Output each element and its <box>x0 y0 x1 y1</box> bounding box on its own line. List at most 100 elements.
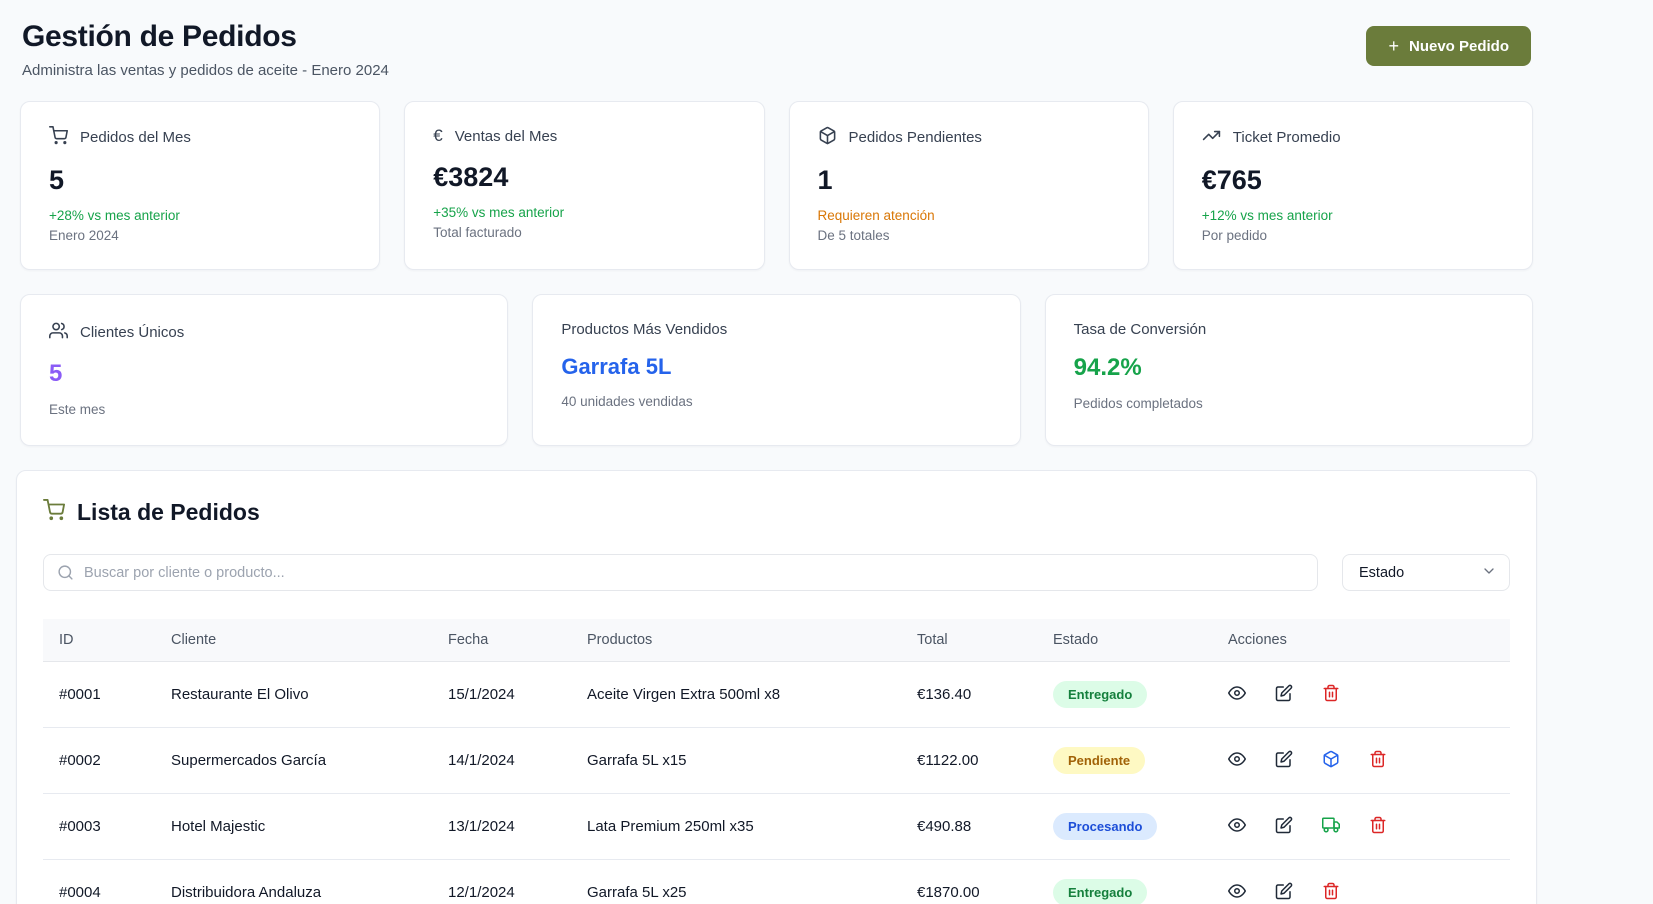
order-id: #0004 <box>43 884 155 901</box>
column-header-estado: Estado <box>1037 632 1212 648</box>
insight-note: 40 unidades vendidas <box>561 394 995 409</box>
ship-order-button[interactable] <box>1322 816 1340 837</box>
stat-delta: Requieren atención <box>818 208 1124 223</box>
view-order-button[interactable] <box>1228 684 1246 705</box>
search-input[interactable] <box>43 554 1318 591</box>
column-header-acciones: Acciones <box>1212 632 1510 648</box>
filter-row: Estado <box>43 554 1510 591</box>
eye-icon <box>1228 882 1246 903</box>
page-subtitle: Administra las ventas y pedidos de aceit… <box>22 62 389 79</box>
search-icon <box>57 564 74 586</box>
insight-value: 94.2% <box>1074 354 1508 382</box>
delete-order-button[interactable] <box>1322 684 1340 705</box>
stat-card-pedidos-pendientes: Pedidos Pendientes 1 Requieren atención … <box>789 101 1149 270</box>
stat-label: Pedidos Pendientes <box>849 129 982 146</box>
page-header: Gestión de Pedidos Administra las ventas… <box>16 16 1537 79</box>
column-header-productos: Productos <box>571 632 901 648</box>
status-badge: Entregado <box>1053 879 1147 904</box>
insights-row: Clientes Únicos 5 Este mes Productos Más… <box>20 294 1533 446</box>
insight-label: Productos Más Vendidos <box>561 321 727 338</box>
column-header-id: ID <box>43 632 155 648</box>
table-row: #0001 Restaurante El Olivo 15/1/2024 Ace… <box>43 662 1510 728</box>
status-badge: Pendiente <box>1053 747 1145 774</box>
order-client: Supermercados García <box>155 752 432 769</box>
trash-icon <box>1369 750 1387 771</box>
order-date: 15/1/2024 <box>432 686 571 703</box>
truck-icon <box>1322 816 1340 837</box>
stat-delta: +28% vs mes anterior <box>49 208 355 223</box>
edit-icon <box>1275 816 1293 837</box>
order-management-page: Gestión de Pedidos Administra las ventas… <box>0 0 1537 904</box>
order-products: Garrafa 5L x15 <box>571 752 901 769</box>
delete-order-button[interactable] <box>1322 882 1340 903</box>
edit-icon <box>1275 684 1293 705</box>
stat-label: Ventas del Mes <box>455 128 558 145</box>
order-id: #0002 <box>43 752 155 769</box>
stats-row: Pedidos del Mes 5 +28% vs mes anterior E… <box>20 101 1533 270</box>
order-date: 12/1/2024 <box>432 884 571 901</box>
view-order-button[interactable] <box>1228 882 1246 903</box>
insight-note: Pedidos completados <box>1074 396 1508 411</box>
new-order-label: Nuevo Pedido <box>1409 38 1509 55</box>
view-order-button[interactable] <box>1228 750 1246 771</box>
order-date: 13/1/2024 <box>432 818 571 835</box>
edit-order-button[interactable] <box>1275 816 1293 837</box>
view-order-button[interactable] <box>1228 816 1246 837</box>
orders-panel: Lista de Pedidos Estado ID Cliente Fecha… <box>16 470 1537 904</box>
edit-order-button[interactable] <box>1275 684 1293 705</box>
stat-value: €765 <box>1202 165 1508 196</box>
eye-icon <box>1228 816 1246 837</box>
status-filter-value: Estado <box>1359 565 1404 581</box>
delete-order-button[interactable] <box>1369 750 1387 771</box>
edit-order-button[interactable] <box>1275 750 1293 771</box>
order-id: #0001 <box>43 686 155 703</box>
stat-label: Ticket Promedio <box>1233 129 1341 146</box>
order-total: €136.40 <box>901 686 1037 703</box>
column-header-cliente: Cliente <box>155 632 432 648</box>
trash-icon <box>1322 684 1340 705</box>
delete-order-button[interactable] <box>1369 816 1387 837</box>
stat-note: Por pedido <box>1202 228 1508 243</box>
cart-icon <box>49 126 68 149</box>
cart-icon <box>43 499 65 526</box>
trending-up-icon <box>1202 126 1221 149</box>
stat-note: Total facturado <box>433 225 739 240</box>
stat-value: 5 <box>49 165 355 196</box>
stat-delta: +12% vs mes anterior <box>1202 208 1508 223</box>
column-header-fecha: Fecha <box>432 632 571 648</box>
euro-icon: € <box>433 126 442 146</box>
table-row: #0003 Hotel Majestic 13/1/2024 Lata Prem… <box>43 794 1510 860</box>
edit-order-button[interactable] <box>1275 882 1293 903</box>
stat-card-ticket-promedio: Ticket Promedio €765 +12% vs mes anterio… <box>1173 101 1533 270</box>
trash-icon <box>1369 816 1387 837</box>
order-client: Distribuidora Andaluza <box>155 884 432 901</box>
edit-icon <box>1275 882 1293 903</box>
insight-label: Tasa de Conversión <box>1074 321 1207 338</box>
package-icon <box>818 126 837 149</box>
table-row: #0002 Supermercados García 14/1/2024 Gar… <box>43 728 1510 794</box>
insight-label: Clientes Únicos <box>80 324 184 341</box>
new-order-button[interactable]: + Nuevo Pedido <box>1366 26 1531 66</box>
orders-list-title: Lista de Pedidos <box>77 499 260 526</box>
status-filter-select[interactable]: Estado <box>1342 554 1510 591</box>
order-client: Hotel Majestic <box>155 818 432 835</box>
eye-icon <box>1228 750 1246 771</box>
insight-card-productos-mas-vendidos: Productos Más Vendidos Garrafa 5L 40 uni… <box>532 294 1020 446</box>
order-total: €490.88 <box>901 818 1037 835</box>
package-icon <box>1322 750 1340 771</box>
table-row: #0004 Distribuidora Andaluza 12/1/2024 G… <box>43 860 1510 904</box>
chevron-down-icon <box>1481 563 1497 583</box>
process-order-button[interactable] <box>1322 750 1340 771</box>
status-badge: Procesando <box>1053 813 1157 840</box>
insight-card-clientes-unicos: Clientes Únicos 5 Este mes <box>20 294 508 446</box>
users-icon <box>49 321 68 344</box>
order-id: #0003 <box>43 818 155 835</box>
insight-value: 5 <box>49 360 483 388</box>
order-products: Aceite Virgen Extra 500ml x8 <box>571 686 901 703</box>
stat-card-pedidos-del-mes: Pedidos del Mes 5 +28% vs mes anterior E… <box>20 101 380 270</box>
insight-value: Garrafa 5L <box>561 354 995 380</box>
stat-note: De 5 totales <box>818 228 1124 243</box>
order-total: €1870.00 <box>901 884 1037 901</box>
order-products: Lata Premium 250ml x35 <box>571 818 901 835</box>
trash-icon <box>1322 882 1340 903</box>
